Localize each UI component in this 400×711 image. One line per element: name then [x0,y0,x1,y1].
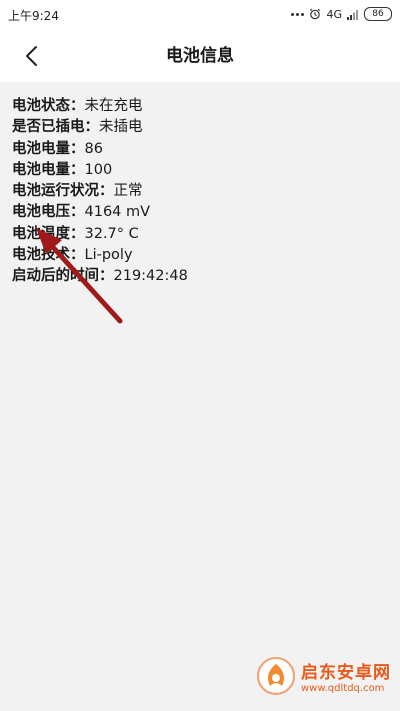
info-label: 电池电压： [12,204,85,221]
alarm-icon [310,8,321,20]
watermark-url: www.qdltdq.com [301,683,385,694]
page-title: 电池信息 [166,46,234,66]
info-value: 4164 mV [84,204,151,221]
info-row-plugged: 是否已插电：未插电 [12,117,188,138]
battery-info-panel: 电池状态：未在充电 是否已插电：未插电 电池电量：86 电池电量：100 电池运… [0,82,400,711]
info-value: 正常 [113,183,143,200]
info-label: 电池状态： [12,98,85,114]
info-row-battery-level: 电池电量：86 [12,139,188,160]
watermark-logo-icon [257,657,295,695]
info-row-battery-health: 电池运行状况：正常 [12,181,188,202]
info-label: 电池运行状况： [12,183,114,200]
info-row-battery-technology: 电池技术：Li-poly [12,245,188,266]
info-row-battery-scale: 电池电量：100 [12,160,188,181]
header: 电池信息 [0,30,400,82]
status-indicators: 4G 86 [291,6,392,22]
info-label: 启动后的时间： [12,268,114,285]
info-value: 32.7° C [84,225,139,242]
back-button[interactable] [16,40,48,72]
chevron-left-icon [26,46,37,66]
info-row-battery-voltage: 电池电压：4164 mV [12,202,188,223]
info-value: 未插电 [99,119,143,136]
info-value: Li-poly [84,247,133,264]
status-time: 上午9:24 [8,9,59,23]
info-label: 电池温度： [12,225,85,242]
battery-info-list: 电池状态：未在充电 是否已插电：未插电 电池电量：86 电池电量：100 电池运… [12,96,188,288]
status-bar: 上午9:24 4G 86 [0,0,400,30]
info-row-uptime: 启动后的时间：219:42:48 [12,266,188,287]
battery-level: 86 [364,7,392,21]
network-type: 4G [326,7,342,21]
watermark: 启东安卓网 www.qdltdq.com [256,651,392,701]
info-label: 电池电量： [12,140,85,157]
info-label: 电池技术： [12,247,85,264]
watermark-name: 启东安卓网 [301,663,391,683]
info-value: 100 [84,161,113,178]
info-row-battery-status: 电池状态：未在充电 [12,96,188,117]
notification-dots-icon [291,12,305,16]
info-value: 219:42:48 [113,268,188,285]
info-label: 是否已插电： [12,119,99,136]
signal-icon [347,9,358,20]
info-row-battery-temperature: 电池温度：32.7° C [12,224,188,245]
watermark-text: 启东安卓网 www.qdltdq.com [301,658,391,694]
info-value: 86 [84,140,103,157]
info-value: 未在充电 [84,98,143,114]
info-label: 电池电量： [12,161,85,178]
